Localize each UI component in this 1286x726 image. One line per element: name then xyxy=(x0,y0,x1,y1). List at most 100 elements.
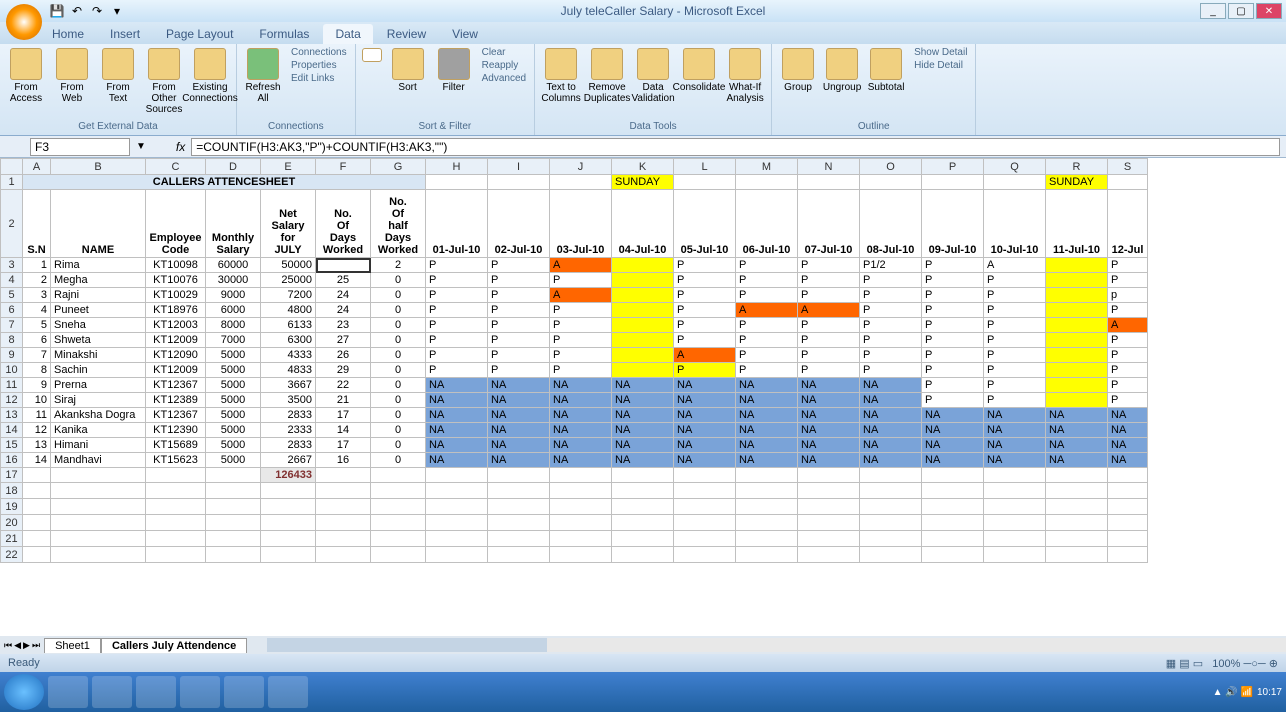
taskbar-item[interactable] xyxy=(268,676,308,708)
cell[interactable]: 0 xyxy=(371,408,426,423)
cell[interactable]: Akanksha Dogra xyxy=(51,408,146,423)
cell[interactable]: 6300 xyxy=(261,333,316,348)
cell[interactable]: Rima xyxy=(51,258,146,273)
cell[interactable]: 6000 xyxy=(206,303,261,318)
cell[interactable]: P xyxy=(860,318,922,333)
cell[interactable]: NA xyxy=(1046,453,1108,468)
namebox-dropdown-icon[interactable]: ▼ xyxy=(136,141,146,152)
cell[interactable]: P xyxy=(426,333,488,348)
cell[interactable]: SUNDAY xyxy=(1046,175,1108,190)
col-header-Q[interactable]: Q xyxy=(984,159,1046,175)
cell[interactable]: NA xyxy=(922,438,984,453)
cell[interactable]: NA xyxy=(860,423,922,438)
cell[interactable]: 22 xyxy=(316,378,371,393)
view-normal-icon[interactable]: ▦ xyxy=(1166,658,1176,670)
cell[interactable]: NA xyxy=(860,393,922,408)
cell[interactable]: NA xyxy=(488,423,550,438)
cell[interactable]: NA xyxy=(550,423,612,438)
col-header-I[interactable]: I xyxy=(488,159,550,175)
cell[interactable]: P xyxy=(426,288,488,303)
view-break-icon[interactable]: ▭ xyxy=(1193,658,1203,670)
cell[interactable]: KT12367 xyxy=(146,408,206,423)
row-header[interactable]: 16 xyxy=(1,453,23,468)
row-header[interactable]: 18 xyxy=(1,483,23,499)
cell[interactable]: NA xyxy=(674,453,736,468)
cell[interactable]: P xyxy=(798,258,860,273)
cell[interactable]: P xyxy=(736,333,798,348)
row-header[interactable]: 15 xyxy=(1,438,23,453)
col-header-B[interactable]: B xyxy=(51,159,146,175)
cell[interactable]: P xyxy=(798,333,860,348)
cell[interactable]: NA xyxy=(860,408,922,423)
outline-ungroup-button[interactable]: Ungroup xyxy=(820,46,864,95)
cell[interactable]: 9 xyxy=(23,378,51,393)
cell[interactable]: 2667 xyxy=(261,453,316,468)
cell[interactable]: NA xyxy=(798,438,860,453)
column-header[interactable]: NAME xyxy=(51,190,146,258)
cell[interactable]: KT12009 xyxy=(146,363,206,378)
cell[interactable]: Kanika xyxy=(51,423,146,438)
taskbar-item[interactable] xyxy=(136,676,176,708)
cell[interactable] xyxy=(1046,348,1108,363)
cell[interactable]: NA xyxy=(1108,438,1148,453)
cell[interactable]: P xyxy=(550,363,612,378)
cell[interactable]: P xyxy=(922,258,984,273)
column-header[interactable]: 07-Jul-10 xyxy=(798,190,860,258)
tab-nav-next-icon[interactable]: ▶ xyxy=(23,640,30,651)
cell[interactable]: 21 xyxy=(316,393,371,408)
column-header[interactable]: 02-Jul-10 xyxy=(488,190,550,258)
row-header[interactable]: 8 xyxy=(1,333,23,348)
cell[interactable]: NA xyxy=(550,408,612,423)
cell[interactable] xyxy=(1046,333,1108,348)
cell[interactable] xyxy=(316,258,371,273)
col-header-K[interactable]: K xyxy=(612,159,674,175)
cell[interactable]: P xyxy=(736,273,798,288)
cell[interactable]: 0 xyxy=(371,423,426,438)
external-from-other-sources-button[interactable]: From Other Sources xyxy=(142,46,186,117)
cell[interactable]: NA xyxy=(984,408,1046,423)
row-header[interactable]: 13 xyxy=(1,408,23,423)
cell[interactable]: 0 xyxy=(371,318,426,333)
cell[interactable]: KT12003 xyxy=(146,318,206,333)
cell[interactable]: 25 xyxy=(316,273,371,288)
cell[interactable]: NA xyxy=(798,408,860,423)
cell[interactable]: P xyxy=(426,258,488,273)
ribbon-tab-view[interactable]: View xyxy=(440,24,490,44)
cell[interactable]: P xyxy=(1108,333,1148,348)
cell[interactable]: P xyxy=(1108,378,1148,393)
column-header[interactable]: 05-Jul-10 xyxy=(674,190,736,258)
col-header-O[interactable]: O xyxy=(860,159,922,175)
system-tray[interactable]: ▲ 🔊 📶 10:17 xyxy=(1213,687,1282,698)
filter-button[interactable]: Filter xyxy=(432,46,476,95)
cell[interactable]: P xyxy=(1108,363,1148,378)
ribbon-tab-review[interactable]: Review xyxy=(375,24,438,44)
total-cell[interactable]: 126433 xyxy=(261,468,316,483)
column-header[interactable]: 10-Jul-10 xyxy=(984,190,1046,258)
cell[interactable]: P xyxy=(922,348,984,363)
col-header-R[interactable]: R xyxy=(1046,159,1108,175)
cell[interactable]: KT12389 xyxy=(146,393,206,408)
cell[interactable]: P xyxy=(984,303,1046,318)
cell[interactable]: NA xyxy=(426,453,488,468)
cell[interactable] xyxy=(1046,363,1108,378)
tab-nav-last-icon[interactable]: ⏭ xyxy=(32,640,40,651)
cell[interactable]: P xyxy=(674,333,736,348)
cell[interactable]: P xyxy=(984,393,1046,408)
cell[interactable]: 6133 xyxy=(261,318,316,333)
taskbar-item[interactable] xyxy=(48,676,88,708)
cell[interactable]: 23 xyxy=(316,318,371,333)
cell[interactable]: P xyxy=(426,273,488,288)
cell[interactable]: 10 xyxy=(23,393,51,408)
cell[interactable]: P xyxy=(860,273,922,288)
cell[interactable]: NA xyxy=(426,393,488,408)
cell[interactable]: 17 xyxy=(316,438,371,453)
col-header-C[interactable]: C xyxy=(146,159,206,175)
cell[interactable]: P xyxy=(798,363,860,378)
cell[interactable]: 8000 xyxy=(206,318,261,333)
cell[interactable]: NA xyxy=(736,453,798,468)
cell[interactable]: P xyxy=(674,318,736,333)
row-header[interactable]: 17 xyxy=(1,468,23,483)
cell[interactable]: KT10098 xyxy=(146,258,206,273)
cell[interactable]: NA xyxy=(674,408,736,423)
worksheet-area[interactable]: ABCDEFGHIJKLMNOPQRS1CALLERS ATTENCESHEET… xyxy=(0,158,1286,636)
